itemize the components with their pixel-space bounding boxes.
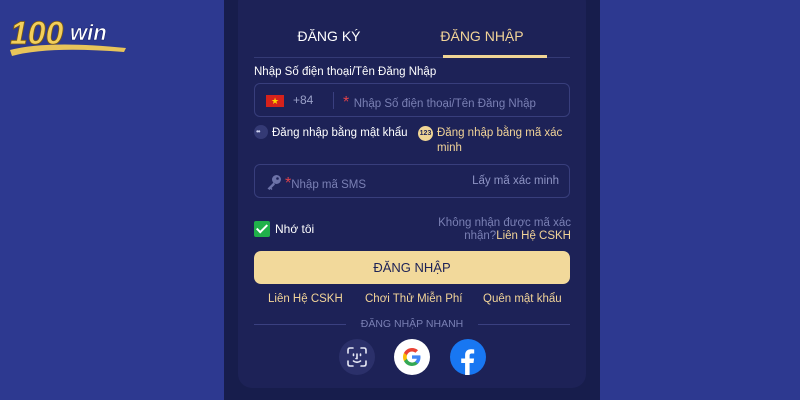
logo-icon: 100 win — [10, 15, 126, 56]
brand-logo[interactable]: 100 win — [8, 10, 133, 62]
method-sms-label: Đăng nhập bằng mã xác minh — [437, 127, 563, 154]
quick-login-divider-left — [254, 324, 346, 325]
required-mark: * — [343, 94, 350, 111]
google-icon — [403, 348, 421, 366]
active-tab-indicator — [443, 55, 547, 58]
password-dots-icon — [254, 124, 268, 139]
face-id-button[interactable] — [339, 339, 375, 375]
quick-login-divider-right — [478, 324, 570, 325]
input-divider — [333, 92, 334, 109]
facebook-icon — [461, 349, 475, 375]
login-method-password[interactable]: Đăng nhập bằng mật khẩu — [254, 124, 408, 141]
remember-checkbox[interactable] — [254, 221, 270, 237]
vietnam-flag-icon[interactable]: ★ — [266, 95, 284, 107]
facebook-login-button[interactable] — [450, 339, 486, 375]
forgot-password-link[interactable]: Quên mật khẩu — [483, 293, 562, 305]
method-password-label: Đăng nhập bằng mật khẩu — [272, 127, 408, 140]
contact-support-link[interactable]: Liên Hệ CSKH — [496, 230, 571, 242]
phone-field-label: Nhập Số điện thoại/Tên Đăng Nhập — [254, 66, 437, 78]
google-login-button[interactable] — [394, 339, 430, 375]
sms-code-input[interactable]: *Nhập mã SMS Lấy mã xác minh — [254, 164, 570, 198]
phone-input[interactable]: ★ +84 * Nhập Số điện thoại/Tên Đăng Nhập — [254, 83, 570, 117]
svg-text:100: 100 — [10, 15, 64, 51]
free-trial-link[interactable]: Chơi Thử Miễn Phí — [365, 293, 462, 305]
quick-login-label: ĐĂNG NHẬP NHANH — [360, 318, 464, 330]
numeric-code-icon: 123 — [418, 126, 433, 141]
help-text: Không nhận được mã xác nhận?Liên Hệ CSKH — [438, 217, 571, 242]
tab-login[interactable]: ĐĂNG NHẬP — [417, 28, 547, 57]
tab-register[interactable]: ĐĂNG KÝ — [254, 28, 404, 57]
contact-support-link-bottom[interactable]: Liên Hệ CSKH — [268, 293, 343, 305]
login-button[interactable]: ĐĂNG NHẬP — [254, 251, 570, 284]
face-id-icon — [347, 347, 367, 367]
remember-label: Nhớ tôi — [275, 222, 315, 236]
key-icon — [267, 175, 281, 190]
svg-text:win: win — [70, 20, 107, 45]
get-code-button[interactable]: Lấy mã xác minh — [472, 175, 559, 187]
country-code[interactable]: +84 — [293, 93, 313, 107]
auth-tabs: ĐĂNG KÝ ĐĂNG NHẬP — [254, 28, 570, 58]
sms-placeholder: *Nhập mã SMS — [285, 175, 367, 192]
phone-placeholder: * Nhập Số điện thoại/Tên Đăng Nhập — [343, 94, 536, 111]
